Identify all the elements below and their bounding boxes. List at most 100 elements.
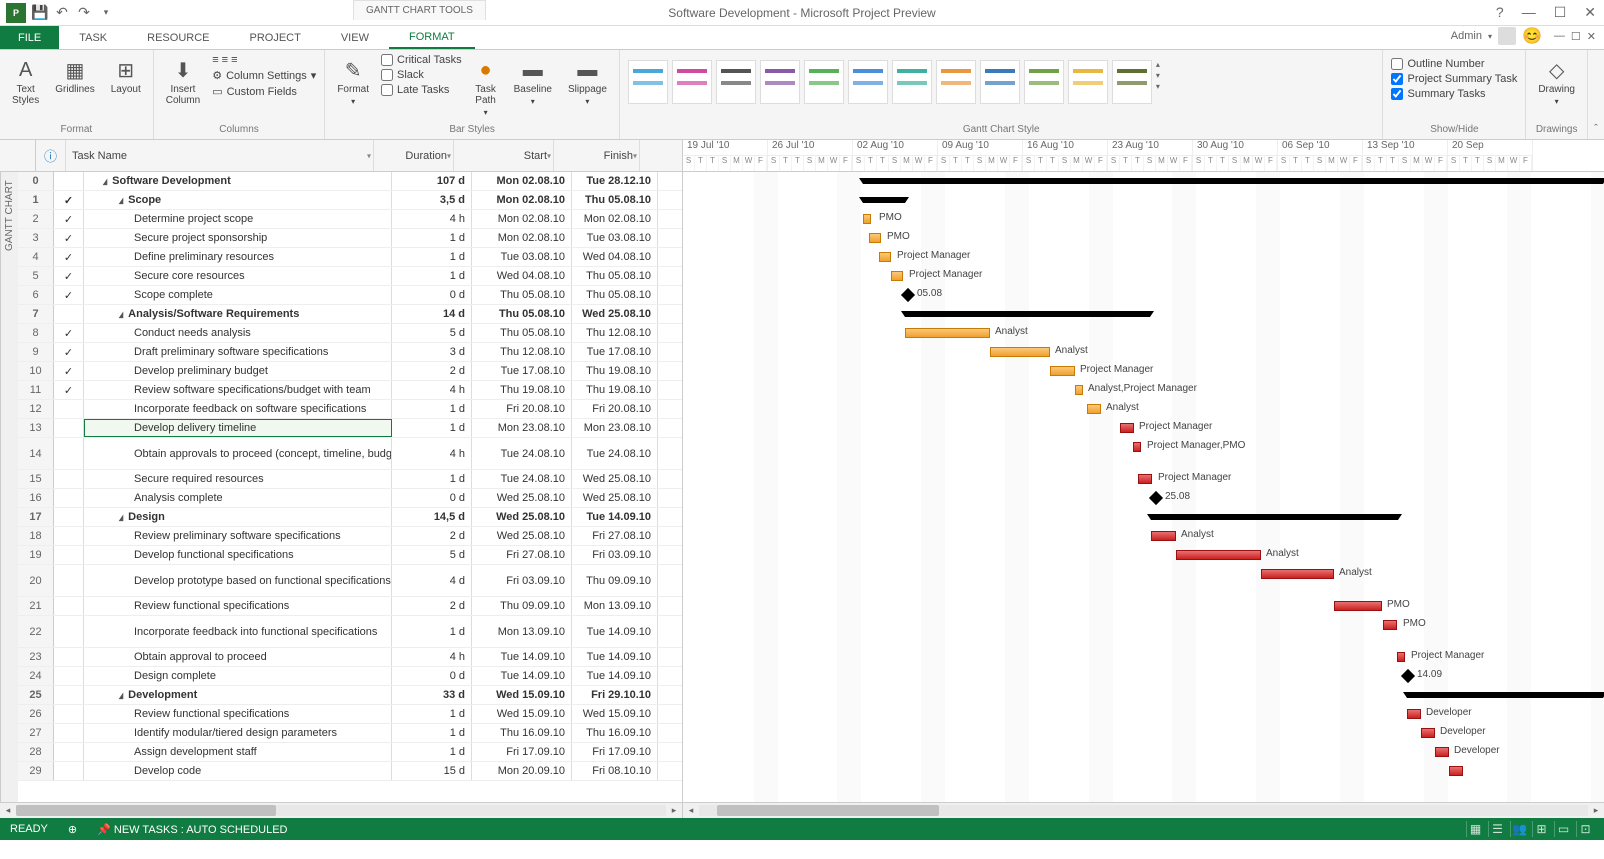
table-row[interactable]: 24 Design complete 0 d Tue 14.09.10 Tue …: [18, 667, 682, 686]
col-header-index[interactable]: [0, 140, 36, 171]
zoom-icon[interactable]: ⊡: [1576, 821, 1594, 837]
table-row[interactable]: 7 Analysis/Software Requirements 14 d Th…: [18, 305, 682, 324]
table-row[interactable]: 19 Develop functional specifications 5 d…: [18, 546, 682, 565]
view-gantt-icon[interactable]: ▦: [1466, 821, 1484, 837]
help-icon[interactable]: ?: [1492, 4, 1508, 21]
gantt-chart[interactable]: PMOPMOProject ManagerProject Manager05.0…: [683, 172, 1604, 802]
outline-number-checkbox[interactable]: Outline Number: [1391, 58, 1517, 70]
task-table[interactable]: 0 Software Development 107 d Mon 02.08.1…: [18, 172, 683, 802]
gantt-row[interactable]: Project Manager: [683, 248, 1604, 267]
col-header-taskname[interactable]: Task Name▾: [66, 140, 374, 171]
table-row[interactable]: 29 Develop code 15 d Mon 20.09.10 Fri 08…: [18, 762, 682, 781]
gantt-row[interactable]: Project Manager: [683, 648, 1604, 667]
contextual-tab[interactable]: GANTT CHART TOOLS: [353, 0, 486, 20]
view-report-icon[interactable]: ▭: [1554, 821, 1572, 837]
gantt-row[interactable]: [683, 305, 1604, 324]
emoji-icon[interactable]: 😊: [1522, 26, 1542, 46]
project-summary-checkbox[interactable]: Project Summary Task: [1391, 73, 1517, 85]
table-row[interactable]: 26 Review functional specifications 1 d …: [18, 705, 682, 724]
tab-view[interactable]: VIEW: [321, 26, 389, 49]
table-row[interactable]: 3 Secure project sponsorship 1 d Mon 02.…: [18, 229, 682, 248]
table-row[interactable]: 11 Review software specifications/budget…: [18, 381, 682, 400]
gantt-row[interactable]: Project Manager,PMO: [683, 438, 1604, 470]
redo-icon[interactable]: ↷: [76, 5, 92, 21]
table-row[interactable]: 21 Review functional specifications 2 d …: [18, 597, 682, 616]
gantt-row[interactable]: Developer: [683, 743, 1604, 762]
gridlines-button[interactable]: ▦Gridlines: [51, 54, 98, 99]
view-task-icon[interactable]: ☰: [1488, 821, 1506, 837]
gantt-row[interactable]: PMO: [683, 210, 1604, 229]
table-row[interactable]: 6 Scope complete 0 d Thu 05.08.10 Thu 05…: [18, 286, 682, 305]
scroll-left-icon[interactable]: ◂: [683, 803, 699, 818]
insert-column-button[interactable]: ⬇Insert Column: [162, 54, 204, 110]
view-resource-icon[interactable]: ⊞: [1532, 821, 1550, 837]
table-row[interactable]: 12 Incorporate feedback on software spec…: [18, 400, 682, 419]
scroll-right-icon[interactable]: ▸: [666, 803, 682, 818]
table-row[interactable]: 16 Analysis complete 0 d Wed 25.08.10 We…: [18, 489, 682, 508]
table-row[interactable]: 10 Develop preliminary budget 2 d Tue 17…: [18, 362, 682, 381]
table-row[interactable]: 18 Review preliminary software specifica…: [18, 527, 682, 546]
gantt-row[interactable]: Project Manager: [683, 362, 1604, 381]
table-row[interactable]: 27 Identify modular/tiered design parame…: [18, 724, 682, 743]
table-row[interactable]: 0 Software Development 107 d Mon 02.08.1…: [18, 172, 682, 191]
gantt-row[interactable]: 14.09: [683, 667, 1604, 686]
col-header-info[interactable]: ⓘ: [36, 140, 66, 171]
ribbon-restore-icon[interactable]: ☐: [1571, 30, 1581, 43]
gantt-row[interactable]: PMO: [683, 229, 1604, 248]
gantt-row[interactable]: 05.08: [683, 286, 1604, 305]
table-row[interactable]: 13 Develop delivery timeline 1 d Mon 23.…: [18, 419, 682, 438]
gantt-row[interactable]: [683, 191, 1604, 210]
table-row[interactable]: 22 Incorporate feedback into functional …: [18, 616, 682, 648]
view-team-icon[interactable]: 👥: [1510, 821, 1528, 837]
gantt-row[interactable]: Analyst: [683, 324, 1604, 343]
gantt-row[interactable]: Analyst: [683, 546, 1604, 565]
critical-tasks-checkbox[interactable]: Critical Tasks: [381, 54, 462, 66]
tab-project[interactable]: PROJECT: [230, 26, 321, 49]
text-styles-button[interactable]: AText Styles: [8, 54, 43, 110]
task-path-button[interactable]: ●Task Path▾: [470, 54, 502, 121]
custom-fields-button[interactable]: ▭Custom Fields: [212, 85, 316, 98]
gantt-row[interactable]: Project Manager: [683, 470, 1604, 489]
collapse-ribbon-icon[interactable]: ˆ: [1588, 50, 1604, 139]
gantt-row[interactable]: [683, 686, 1604, 705]
table-row[interactable]: 2 Determine project scope 4 h Mon 02.08.…: [18, 210, 682, 229]
gallery-more-icon[interactable]: ▴▾▾: [1156, 60, 1174, 91]
close-icon[interactable]: ✕: [1580, 4, 1600, 21]
gantt-row[interactable]: PMO: [683, 616, 1604, 648]
gantt-row[interactable]: Analyst,Project Manager: [683, 381, 1604, 400]
gantt-style-gallery[interactable]: ▴▾▾: [628, 54, 1375, 122]
col-header-duration[interactable]: Duration▾: [374, 140, 454, 171]
slippage-button[interactable]: ▬Slippage▾: [564, 54, 611, 110]
gantt-row[interactable]: Analyst: [683, 565, 1604, 597]
gantt-row[interactable]: Analyst: [683, 527, 1604, 546]
summary-tasks-checkbox[interactable]: Summary Tasks: [1391, 88, 1517, 100]
table-row[interactable]: 28 Assign development staff 1 d Fri 17.0…: [18, 743, 682, 762]
drawing-button[interactable]: ◇Drawing▾: [1534, 54, 1579, 110]
tab-format[interactable]: FORMAT: [389, 26, 475, 49]
gantt-row[interactable]: [683, 508, 1604, 527]
tab-file[interactable]: FILE: [0, 26, 59, 49]
scroll-left-icon[interactable]: ◂: [0, 803, 16, 818]
gantt-row[interactable]: Analyst: [683, 400, 1604, 419]
avatar-icon[interactable]: [1498, 27, 1516, 45]
horizontal-scrollbar[interactable]: ◂ ▸ ◂ ▸: [0, 802, 1604, 818]
table-row[interactable]: 1 Scope 3,5 d Mon 02.08.10 Thu 05.08.10: [18, 191, 682, 210]
table-row[interactable]: 9 Draft preliminary software specificati…: [18, 343, 682, 362]
column-settings-button[interactable]: ⚙Column Settings ▾: [212, 69, 316, 82]
qat-dropdown-icon[interactable]: ▾: [98, 5, 114, 21]
undo-icon[interactable]: ↶: [54, 5, 70, 21]
save-icon[interactable]: 💾: [32, 5, 48, 21]
baseline-button[interactable]: ▬Baseline▾: [510, 54, 556, 110]
gantt-row[interactable]: Project Manager: [683, 419, 1604, 438]
gantt-row[interactable]: 25.08: [683, 489, 1604, 508]
maximize-icon[interactable]: ☐: [1550, 4, 1571, 21]
table-row[interactable]: 4 Define preliminary resources 1 d Tue 0…: [18, 248, 682, 267]
gantt-row[interactable]: Analyst: [683, 343, 1604, 362]
format-button[interactable]: ✎Format▾: [333, 54, 373, 110]
table-row[interactable]: 14 Obtain approvals to proceed (concept,…: [18, 438, 682, 470]
table-row[interactable]: 23 Obtain approval to proceed 4 h Tue 14…: [18, 648, 682, 667]
late-tasks-checkbox[interactable]: Late Tasks: [381, 84, 462, 96]
slack-checkbox[interactable]: Slack: [381, 69, 462, 81]
ribbon-close-icon[interactable]: ✕: [1587, 30, 1596, 43]
tab-task[interactable]: TASK: [59, 26, 127, 49]
